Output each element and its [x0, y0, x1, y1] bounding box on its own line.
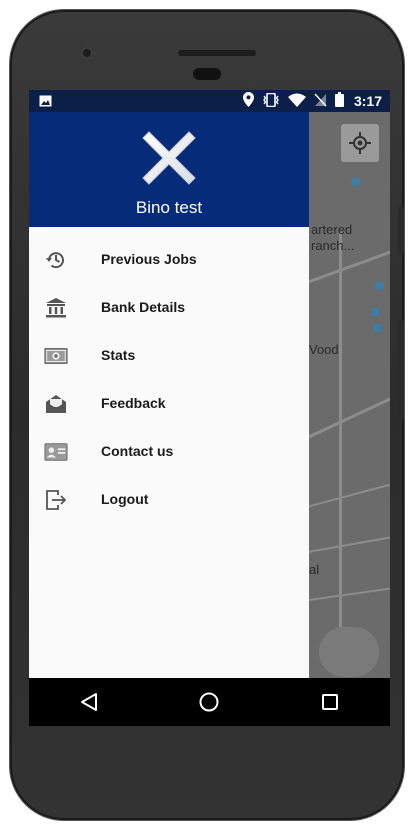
recents-icon: [321, 694, 338, 710]
mail-open-icon: [44, 392, 68, 416]
back-button[interactable]: [69, 682, 109, 722]
map-label: Vood: [309, 342, 339, 357]
map-street: [309, 386, 390, 441]
map-action-button[interactable]: [319, 627, 379, 677]
battery-icon: [334, 92, 344, 110]
proximity-sensor: [193, 68, 221, 80]
menu-item-label: Logout: [101, 491, 149, 507]
screen: 3:17 artered ranch... Vood al Bino test …: [29, 90, 390, 726]
navigation-drawer: Bino test Previous Jobs Bank Details Sta…: [29, 112, 309, 678]
menu-item-label: Contact us: [101, 443, 174, 459]
map-view[interactable]: artered ranch... Vood al: [309, 112, 390, 678]
my-location-button[interactable]: [341, 124, 379, 162]
menu-item-label: Bank Details: [101, 299, 186, 315]
bank-icon: [44, 296, 68, 320]
contact-card-icon: [44, 440, 68, 464]
menu-item-bank-details[interactable]: Bank Details: [29, 284, 309, 332]
x-logo-icon: [142, 131, 196, 185]
transit-pin-icon[interactable]: [371, 308, 379, 316]
menu-item-previous-jobs[interactable]: Previous Jobs: [29, 236, 309, 284]
wifi-icon: [287, 93, 306, 110]
recents-button[interactable]: [310, 682, 350, 722]
cash-icon: [44, 344, 68, 368]
image-icon: [39, 94, 52, 110]
map-label: ranch...: [311, 238, 355, 253]
menu-item-contact-us[interactable]: Contact us: [29, 428, 309, 476]
no-sim-icon: [314, 93, 327, 110]
drawer-menu: Previous Jobs Bank Details Stats Feedbac…: [29, 236, 309, 524]
map-label: artered: [311, 222, 353, 237]
menu-item-label: Feedback: [101, 395, 166, 411]
home-icon: [199, 692, 219, 712]
menu-item-label: Previous Jobs: [101, 251, 197, 267]
map-street: [309, 531, 390, 555]
menu-item-label: Stats: [101, 347, 136, 363]
map-street: [309, 476, 390, 510]
status-time: 3:17: [353, 93, 382, 109]
drawer-header: Bino test: [29, 112, 309, 227]
logout-icon: [44, 488, 68, 512]
front-camera: [80, 46, 94, 60]
system-nav-bar: [29, 678, 390, 726]
location-icon: [242, 92, 254, 110]
transit-pin-icon[interactable]: [351, 178, 359, 186]
power-button: [398, 320, 404, 420]
history-icon: [44, 248, 68, 272]
map-street: [339, 232, 342, 632]
crosshair-icon: [349, 132, 371, 154]
transit-pin-icon[interactable]: [375, 282, 383, 290]
volume-button: [398, 206, 404, 254]
user-name: Bino test: [135, 198, 203, 217]
back-icon: [81, 693, 98, 711]
transit-pin-icon[interactable]: [373, 324, 381, 332]
map-label: al: [309, 562, 320, 577]
menu-item-logout[interactable]: Logout: [29, 476, 309, 524]
earpiece-speaker: [178, 50, 256, 56]
home-button[interactable]: [189, 682, 229, 722]
map-street: [309, 583, 390, 603]
vibrate-icon: [262, 92, 280, 110]
status-bar: 3:17: [29, 90, 390, 112]
menu-item-feedback[interactable]: Feedback: [29, 380, 309, 428]
menu-item-stats[interactable]: Stats: [29, 332, 309, 380]
